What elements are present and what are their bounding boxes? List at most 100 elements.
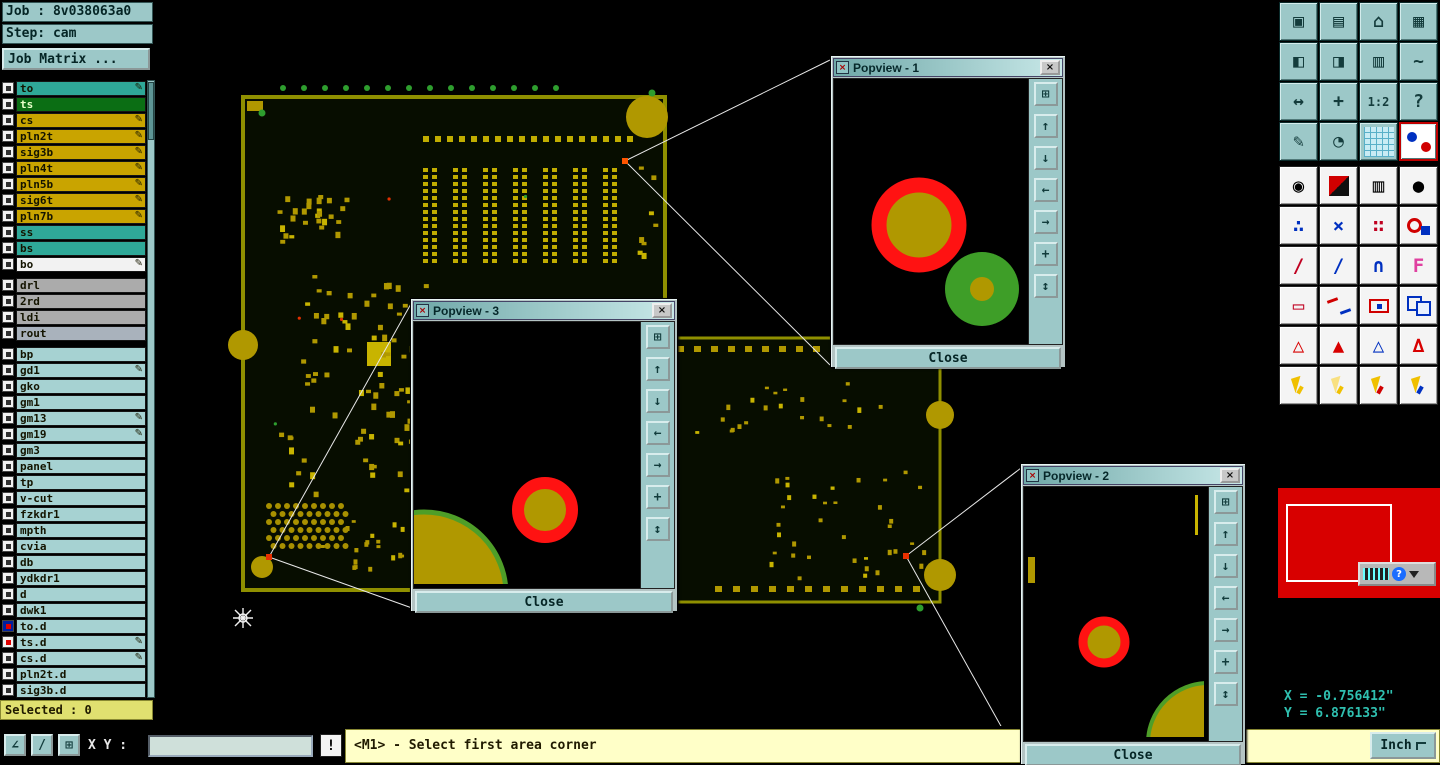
- layer-checkbox[interactable]: [2, 508, 14, 520]
- layer-checkbox[interactable]: [2, 279, 14, 291]
- pan-left-icon[interactable]: ←: [1033, 178, 1058, 202]
- clock-icon[interactable]: ◔: [1319, 122, 1358, 161]
- layer-color-swatch[interactable]: fzkdr1: [16, 506, 146, 522]
- popview-3-titlebar[interactable]: × Popview - 3 ×: [413, 301, 675, 320]
- close-icon[interactable]: ×: [652, 303, 672, 318]
- layer-row-2rd[interactable]: 2rd: [2, 293, 146, 309]
- layer-color-swatch[interactable]: pln2t ✎: [16, 128, 146, 144]
- layer-checkbox[interactable]: [2, 604, 14, 616]
- layer-row-pln4t[interactable]: pln4t ✎: [2, 160, 146, 176]
- job-matrix-button[interactable]: Job Matrix ...: [2, 48, 150, 70]
- layer-color-swatch[interactable]: sig3b ✎: [16, 144, 146, 160]
- nav-widget[interactable]: ?: [1358, 562, 1436, 586]
- close-icon[interactable]: ×: [1220, 468, 1240, 483]
- zoom-out-icon[interactable]: ↓: [645, 389, 670, 413]
- layer-checkbox[interactable]: [2, 684, 14, 696]
- close-icon[interactable]: ×: [1040, 60, 1060, 75]
- layer-row-ldi[interactable]: ldi: [2, 309, 146, 325]
- swap-view-icon[interactable]: ↔: [1279, 82, 1318, 121]
- layer-color-swatch[interactable]: cvia: [16, 538, 146, 554]
- layer-row-gm19[interactable]: gm19 ✎: [2, 426, 146, 442]
- ruler-icon[interactable]: ▥: [1359, 166, 1398, 205]
- layer-checkbox[interactable]: [2, 146, 14, 158]
- color-pairs-icon[interactable]: [1399, 122, 1438, 161]
- layer-checkbox[interactable]: [2, 380, 14, 392]
- layer-checkbox[interactable]: [2, 524, 14, 536]
- help-icon[interactable]: ?: [1392, 567, 1406, 581]
- layer-checkbox[interactable]: [2, 476, 14, 488]
- layer-color-swatch[interactable]: cs.d ✎: [16, 650, 146, 666]
- layer-row-sig6t[interactable]: sig6t ✎: [2, 192, 146, 208]
- red-black-split-icon[interactable]: [1319, 166, 1358, 205]
- layer-color-swatch[interactable]: gm19 ✎: [16, 426, 146, 442]
- zoom-out-icon[interactable]: ↓: [1033, 146, 1058, 170]
- curve-icon[interactable]: ~: [1399, 42, 1438, 81]
- layer-row-dwk1[interactable]: dwk1: [2, 602, 146, 618]
- layer-checkbox[interactable]: [2, 258, 14, 270]
- highlight-pad-2[interactable]: [903, 553, 909, 559]
- layer-row-db[interactable]: db: [2, 554, 146, 570]
- pan-right-icon[interactable]: →: [1213, 618, 1238, 642]
- center-view-icon[interactable]: +: [645, 485, 670, 509]
- layer-row-to[interactable]: to ✎: [2, 80, 146, 96]
- layer-row-ts.d[interactable]: ts.d ✎: [2, 634, 146, 650]
- arc-tool-icon[interactable]: ∩: [1359, 246, 1398, 285]
- layer-checkbox[interactable]: [2, 114, 14, 126]
- scrollbar-thumb[interactable]: [148, 82, 154, 140]
- layer-color-swatch[interactable]: to ✎: [16, 80, 146, 96]
- zoom-in-icon[interactable]: ↑: [1033, 114, 1058, 138]
- popview-3-canvas[interactable]: [414, 322, 640, 588]
- layer-color-swatch[interactable]: ts: [16, 96, 146, 112]
- zoom-ratio-button[interactable]: 1:2: [1359, 82, 1398, 121]
- layer-checkbox[interactable]: [2, 572, 14, 584]
- fit-view-icon[interactable]: ↕: [1033, 274, 1058, 298]
- highlight-pad-1[interactable]: [622, 158, 628, 164]
- center-target-icon[interactable]: +: [1319, 82, 1358, 121]
- layer-row-ts[interactable]: ts: [2, 96, 146, 112]
- box-target-icon[interactable]: [1359, 286, 1398, 325]
- layer-checkbox[interactable]: [2, 620, 14, 632]
- layer-color-swatch[interactable]: pln7b ✎: [16, 208, 146, 224]
- zoom-window-icon[interactable]: ⊞: [1213, 490, 1238, 514]
- popview-close-button[interactable]: Close: [415, 591, 673, 613]
- layer-row-v-cut[interactable]: v-cut: [2, 490, 146, 506]
- zoom-out-icon[interactable]: ↓: [1213, 554, 1238, 578]
- layer-color-swatch[interactable]: bp: [16, 346, 146, 362]
- cursor-select-icon[interactable]: [1279, 366, 1318, 405]
- setup-tools-icon[interactable]: ✎: [1279, 122, 1318, 161]
- layer-row-pln7b[interactable]: pln7b ✎: [2, 208, 146, 224]
- popview-1-canvas[interactable]: [834, 79, 1028, 344]
- grid-toggle-icon[interactable]: [1359, 122, 1398, 161]
- popview-window-1[interactable]: × Popview - 1 × ⊞ ↑ ↓ ← → + ↕ Close: [830, 55, 1066, 369]
- center-view-icon[interactable]: +: [1213, 650, 1238, 674]
- line-red-icon[interactable]: /: [1279, 246, 1318, 285]
- layer-color-swatch[interactable]: ts.d ✎: [16, 634, 146, 650]
- popview-close-button[interactable]: Close: [1025, 744, 1241, 765]
- popview-2-canvas[interactable]: [1024, 487, 1208, 741]
- layer-color-swatch[interactable]: bo ✎: [16, 256, 146, 272]
- layer-color-swatch[interactable]: tp: [16, 474, 146, 490]
- cursor-outline-icon[interactable]: [1319, 366, 1358, 405]
- layer-row-cs[interactable]: cs ✎: [2, 112, 146, 128]
- layer-color-swatch[interactable]: ydkdr1: [16, 570, 146, 586]
- pan-left-icon[interactable]: ←: [645, 421, 670, 445]
- layer-color-swatch[interactable]: panel: [16, 458, 146, 474]
- layer-checkbox[interactable]: [2, 311, 14, 323]
- popview-1-titlebar[interactable]: × Popview - 1 ×: [833, 58, 1063, 77]
- grid-origin-icon[interactable]: ⊞: [58, 734, 80, 756]
- layer-color-swatch[interactable]: db: [16, 554, 146, 570]
- copy-squares-icon[interactable]: [1399, 286, 1438, 325]
- layer-row-panel[interactable]: panel: [2, 458, 146, 474]
- layer-color-swatch[interactable]: gko: [16, 378, 146, 394]
- layer-row-d[interactable]: d: [2, 586, 146, 602]
- layer-checkbox[interactable]: [2, 428, 14, 440]
- layer-checkbox[interactable]: [2, 492, 14, 504]
- layer-color-swatch[interactable]: sig6t ✎: [16, 192, 146, 208]
- layer-checkbox[interactable]: [2, 327, 14, 339]
- pad-select-icon[interactable]: ◉: [1279, 166, 1318, 205]
- dash-pair-icon[interactable]: [1319, 286, 1358, 325]
- layer-row-ss[interactable]: ss: [2, 224, 146, 240]
- circle-square-icon[interactable]: [1399, 206, 1438, 245]
- delete-x-icon[interactable]: ×: [1319, 206, 1358, 245]
- layer-color-swatch[interactable]: dwk1: [16, 602, 146, 618]
